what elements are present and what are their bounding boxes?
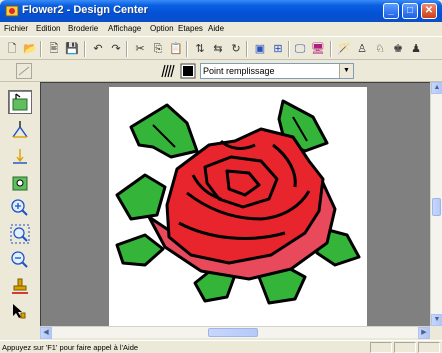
- maximize-button[interactable]: □: [402, 3, 418, 19]
- stamp-outline-icon[interactable]: ♘: [372, 41, 388, 57]
- flip-horizontal-icon[interactable]: ⇆: [210, 41, 226, 57]
- workspace: [40, 82, 430, 327]
- fill-color-icon[interactable]: [180, 63, 196, 79]
- status-pane: [394, 342, 416, 353]
- zoom-fit-icon: [10, 224, 30, 244]
- main-toolbar: 🗋 📂 🖹 💾 ↶ ↷ ✂ ⎘ 📋 ⇅ ⇆ ↻ ▣ ⊞ 🖵 🖥 🪄 ♙ ♘ ♚ …: [0, 36, 442, 60]
- menu-affichage[interactable]: Affichage: [108, 24, 141, 33]
- toolbar-separator: [84, 41, 86, 57]
- design-canvas[interactable]: [109, 87, 367, 327]
- paint-bucket-icon: [12, 176, 28, 191]
- vertical-scrollbar[interactable]: ▲ ▼: [430, 82, 442, 326]
- menu-edition[interactable]: Edition: [36, 24, 60, 33]
- menu-option[interactable]: Option: [150, 24, 174, 33]
- menu-aide[interactable]: Aide: [208, 24, 224, 33]
- status-text: Appuyez sur 'F1' pour faire appel à l'Ai…: [2, 343, 139, 352]
- menu-fichier[interactable]: Fichier: [4, 24, 28, 33]
- stamp-icon[interactable]: ♙: [354, 41, 370, 57]
- status-pane: [370, 342, 392, 353]
- dropdown-arrow-icon[interactable]: ▼: [339, 64, 353, 78]
- window-title: Flower2 - Design Center: [22, 4, 148, 16]
- wizard-icon[interactable]: 🪄: [336, 41, 352, 57]
- minimize-button[interactable]: _: [383, 3, 399, 19]
- cut-icon[interactable]: ✂: [132, 41, 148, 57]
- fill-type-select[interactable]: Point remplissage ▼: [200, 63, 354, 79]
- toolbar-separator: [126, 41, 128, 57]
- stamp-group-icon[interactable]: ♚: [390, 41, 406, 57]
- horizontal-scrollbar[interactable]: ◀ ▶: [40, 326, 430, 339]
- resize-grip[interactable]: [418, 342, 440, 353]
- toolbar-separator: [40, 41, 42, 57]
- grid-icon[interactable]: ⊞: [270, 41, 286, 57]
- open-folder-icon[interactable]: 📂: [22, 41, 38, 57]
- scroll-down-icon[interactable]: ▼: [431, 314, 442, 326]
- redo-icon[interactable]: ↷: [108, 41, 124, 57]
- flip-vertical-icon[interactable]: ⇅: [192, 41, 208, 57]
- save-icon[interactable]: 💾: [64, 41, 80, 57]
- menu-broderie[interactable]: Broderie: [68, 24, 98, 33]
- zoom-in-tool[interactable]: [8, 196, 32, 220]
- vertical-scroll-thumb[interactable]: [432, 198, 441, 216]
- preview-monitor-icon[interactable]: 🖥: [310, 41, 326, 57]
- zoom-in-icon: [11, 199, 28, 216]
- eraser-tool[interactable]: [8, 274, 32, 298]
- line-sew-icon[interactable]: [16, 63, 32, 79]
- toolbar-separator: [186, 41, 188, 57]
- zoom-out-icon: [11, 251, 28, 268]
- scroll-right-icon[interactable]: ▶: [418, 327, 430, 339]
- copy-icon[interactable]: ⎘: [150, 41, 166, 57]
- status-bar: Appuyez sur 'F1' pour faire appel à l'Ai…: [0, 340, 442, 353]
- tool-palette: [0, 82, 40, 340]
- arrow-stamp-tool[interactable]: [8, 300, 32, 324]
- image-window-icon[interactable]: ▣: [252, 41, 268, 57]
- toolbar-separator: [288, 41, 290, 57]
- stamp-icon: [12, 278, 28, 294]
- paste-icon[interactable]: 📋: [168, 41, 184, 57]
- monitor-icon[interactable]: 🖵: [292, 41, 308, 57]
- toolbar-separator: [246, 41, 248, 57]
- line-tool[interactable]: [8, 118, 32, 142]
- title-bar[interactable]: Flower2 - Design Center _ □ ✕: [0, 0, 442, 22]
- paint-tool[interactable]: [8, 170, 32, 194]
- select-tool[interactable]: [8, 90, 32, 114]
- horizontal-scroll-thumb[interactable]: [208, 328, 258, 337]
- close-button[interactable]: ✕: [421, 3, 437, 19]
- rose-image: [115, 99, 361, 305]
- toolbar-separator: [330, 41, 332, 57]
- pen-tool[interactable]: [8, 144, 32, 168]
- menu-etapes[interactable]: Etapes: [178, 24, 203, 33]
- import-icon[interactable]: 🖹: [46, 41, 62, 57]
- fill-type-value: Point remplissage: [203, 66, 275, 76]
- menu-bar: Fichier Edition Broderie Affichage Optio…: [0, 22, 442, 36]
- fill-pattern-icon[interactable]: [160, 63, 176, 79]
- line-draw-icon: [12, 121, 28, 138]
- app-icon: [5, 5, 19, 17]
- undo-icon[interactable]: ↶: [90, 41, 106, 57]
- pen-draw-icon: [13, 149, 27, 164]
- sew-toolbar: Point remplissage ▼: [0, 60, 442, 82]
- zoom-out-tool[interactable]: [8, 248, 32, 272]
- new-file-icon[interactable]: 🗋: [4, 41, 20, 57]
- paint-select-icon: [12, 93, 28, 111]
- scroll-left-icon[interactable]: ◀: [40, 327, 52, 339]
- stamp-fill-icon[interactable]: ♟: [408, 41, 424, 57]
- scroll-up-icon[interactable]: ▲: [431, 82, 442, 94]
- zoom-fit-tool[interactable]: [8, 222, 32, 246]
- cursor-stamp-icon: [13, 304, 26, 319]
- rotate-icon[interactable]: ↻: [228, 41, 244, 57]
